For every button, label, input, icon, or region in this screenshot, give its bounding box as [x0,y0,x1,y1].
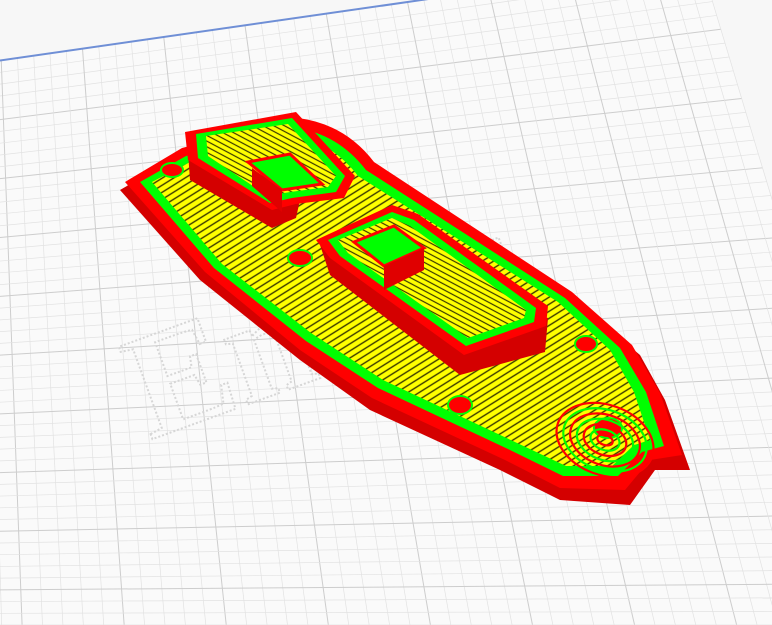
mounting-hole [287,249,313,267]
slicer-3d-viewport[interactable]: Ender [0,0,772,625]
mounting-hole [574,335,598,353]
mounting-hole [160,162,184,178]
layer-preview-canvas[interactable]: Ender [0,0,772,625]
mounting-hole [447,395,473,415]
